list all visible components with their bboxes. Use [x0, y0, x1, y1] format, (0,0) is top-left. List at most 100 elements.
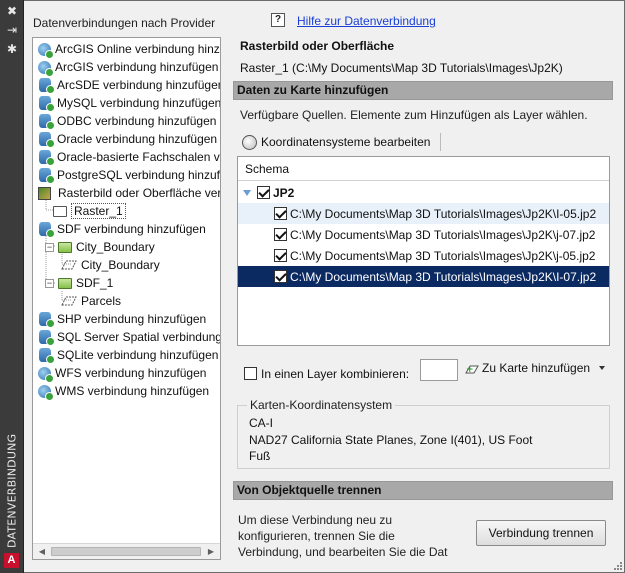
group-checkbox[interactable]	[257, 186, 270, 199]
database-connect-icon	[39, 330, 55, 346]
disconnect-desc-line: Verbindung, und bearbeiten Sie die Dat	[238, 545, 448, 559]
tree-item[interactable]: Oracle verbindung hinzufügen	[37, 130, 217, 148]
tree-item-label: Oracle verbindung hinzufügen	[57, 132, 218, 146]
svg-text:+: +	[466, 365, 474, 374]
tree-item[interactable]: City_Boundary	[61, 256, 160, 274]
tree-item-label: SDF_1	[76, 276, 114, 290]
schema-grid[interactable]: Schema JP2 C:\My Documents\Map 3D Tutori…	[237, 156, 610, 346]
tree-item-label: Oracle-basierte Fachschalen verbindung h…	[57, 150, 220, 164]
tree-item[interactable]: Parcels	[61, 292, 121, 310]
disconnect-section-header[interactable]: Von Objektquelle trennen	[233, 481, 613, 500]
tree-item-label: ArcSDE verbindung hinzufügen	[57, 78, 221, 92]
tree-item[interactable]: ArcGIS Online verbindung hinzufügen	[37, 40, 220, 59]
group-label: JP2	[273, 185, 295, 200]
tree-item-label: SDF verbindung hinzufügen	[57, 222, 206, 236]
folder-green-icon	[58, 241, 72, 253]
folder-icon	[53, 205, 67, 217]
help-link[interactable]: Hilfe zur Datenverbindung	[297, 14, 436, 28]
tree-item[interactable]: − SDF_1	[45, 274, 113, 292]
tree-item-label: WFS verbindung hinzufügen	[55, 366, 207, 380]
map-cs-legend: Karten-Koordinatensystem	[247, 398, 396, 412]
polygon-icon	[61, 260, 77, 270]
schema-row-label: C:\My Documents\Map 3D Tutorials\Images\…	[290, 248, 596, 263]
schema-row[interactable]: C:\My Documents\Map 3D Tutorials\Images\…	[238, 245, 609, 266]
tree-item[interactable]: WMS verbindung hinzufügen	[37, 382, 209, 401]
row-checkbox[interactable]	[274, 228, 287, 241]
toolbar-divider	[440, 133, 441, 151]
tree-item[interactable]: Rasterbild oder Oberfläche verbindung hi…	[37, 184, 220, 202]
tree-item-label: ArcGIS Online verbindung hinzufügen	[55, 42, 220, 56]
tree-item[interactable]: SDF verbindung hinzufügen	[37, 220, 206, 238]
help-icon[interactable]: ?	[271, 13, 285, 27]
tree-item[interactable]: SHP verbindung hinzufügen	[37, 310, 206, 328]
tree-item[interactable]: WFS verbindung hinzufügen	[37, 364, 207, 383]
scroll-right-icon[interactable]: ▶	[203, 544, 219, 559]
database-connect-icon	[39, 96, 55, 112]
row-checkbox[interactable]	[274, 207, 287, 220]
tree-item[interactable]: SQL Server Spatial verbindung hinzufügen	[37, 328, 221, 346]
autocad-logo-icon: A	[4, 553, 19, 568]
tree-item-label: Raster_1	[71, 203, 126, 219]
row-checkbox[interactable]	[274, 270, 287, 283]
tree-item-label: City_Boundary	[81, 258, 160, 272]
schema-row-label: C:\My Documents\Map 3D Tutorials\Images\…	[290, 227, 596, 242]
dropdown-caret-icon[interactable]	[599, 366, 605, 370]
tree-item-label: Rasterbild oder Oberfläche verbindung hi…	[58, 186, 220, 200]
disconnect-desc-line: Um diese Verbindung neu zu	[238, 513, 393, 527]
polygon-icon	[61, 296, 77, 306]
schema-row-label: C:\My Documents\Map 3D Tutorials\Images\…	[290, 269, 597, 284]
provider-tree[interactable]: ArcGIS Online verbindung hinzufügen ArcGI…	[32, 37, 221, 560]
add-to-map-button[interactable]: + Zu Karte hinzufügen	[463, 357, 610, 379]
schema-row[interactable]: C:\My Documents\Map 3D Tutorials\Images\…	[238, 203, 609, 224]
disconnect-button[interactable]: Verbindung trennen	[476, 520, 606, 546]
source-title: Rasterbild oder Oberfläche	[240, 39, 395, 53]
tree-item[interactable]: ODBC verbindung hinzufügen	[37, 112, 216, 130]
database-connect-icon	[39, 132, 55, 148]
database-connect-icon	[39, 312, 55, 328]
combine-layer-label: In einen Layer kombinieren:	[261, 367, 410, 381]
schema-column-header: Schema	[238, 157, 609, 181]
cs-code: CA-I	[249, 416, 273, 430]
tree-item[interactable]: Oracle-basierte Fachschalen verbindung h…	[37, 148, 220, 166]
database-connect-icon	[39, 114, 55, 130]
schema-row-label: C:\My Documents\Map 3D Tutorials\Images\…	[290, 206, 597, 221]
tree-item[interactable]: ArcSDE verbindung hinzufügen	[37, 76, 221, 94]
tree-item-label: PostgreSQL verbindung hinzufügen	[57, 168, 220, 182]
tree-item[interactable]: Raster_1	[53, 202, 126, 220]
globe-connect-icon	[38, 384, 54, 401]
combine-layer-checkbox[interactable]	[244, 367, 257, 380]
row-checkbox[interactable]	[274, 249, 287, 262]
edit-coordinate-systems-button[interactable]: Koordinatensysteme bearbeiten	[240, 131, 436, 153]
tree-item[interactable]: PostgreSQL verbindung hinzufügen	[37, 166, 220, 184]
tree-item-label: Parcels	[81, 294, 122, 308]
close-icon[interactable]: ✖	[4, 4, 20, 18]
palette-title: DATENVERBINDUNG	[5, 433, 19, 548]
tree-item-label: MySQL verbindung hinzufügen	[57, 96, 221, 110]
tree-item[interactable]: ArcGIS verbindung hinzufügen	[37, 58, 218, 77]
collapse-icon[interactable]: −	[45, 242, 54, 252]
schema-row[interactable]: C:\My Documents\Map 3D Tutorials\Images\…	[238, 266, 609, 287]
resize-grip-icon[interactable]	[613, 561, 623, 571]
expand-arrow-icon[interactable]	[243, 189, 251, 196]
sources-hint: Verfügbare Quellen. Elemente zum Hinzufü…	[240, 108, 588, 122]
schema-row[interactable]: C:\My Documents\Map 3D Tutorials\Images\…	[238, 224, 609, 245]
globe-connect-icon	[38, 366, 54, 383]
collapse-icon[interactable]: −	[45, 278, 54, 288]
edit-cs-label: Koordinatensysteme bearbeiten	[261, 135, 431, 149]
settings-icon[interactable]: ✱	[4, 42, 20, 56]
providers-header: Datenverbindungen nach Provider	[33, 16, 216, 30]
database-connect-icon	[39, 222, 55, 238]
tree-item[interactable]: − City_Boundary	[45, 238, 155, 256]
database-connect-icon	[39, 150, 55, 166]
scrollbar-thumb[interactable]	[51, 547, 201, 556]
scroll-left-icon[interactable]: ◀	[34, 544, 50, 559]
add-data-section-header[interactable]: Daten zu Karte hinzufügen	[233, 81, 613, 100]
combine-layer-input[interactable]	[420, 359, 458, 381]
tree-item[interactable]: SQLite verbindung hinzufügen	[37, 346, 218, 364]
tree-item-label: ODBC verbindung hinzufügen	[57, 114, 217, 128]
tree-item-label: SQL Server Spatial verbindung hinzufügen	[57, 330, 221, 344]
schema-group-row[interactable]: JP2	[238, 182, 609, 203]
tree-item[interactable]: MySQL verbindung hinzufügen	[37, 94, 221, 112]
tree-horizontal-scrollbar[interactable]: ◀ ▶	[33, 543, 220, 559]
pin-icon[interactable]: ⇥	[4, 23, 20, 37]
